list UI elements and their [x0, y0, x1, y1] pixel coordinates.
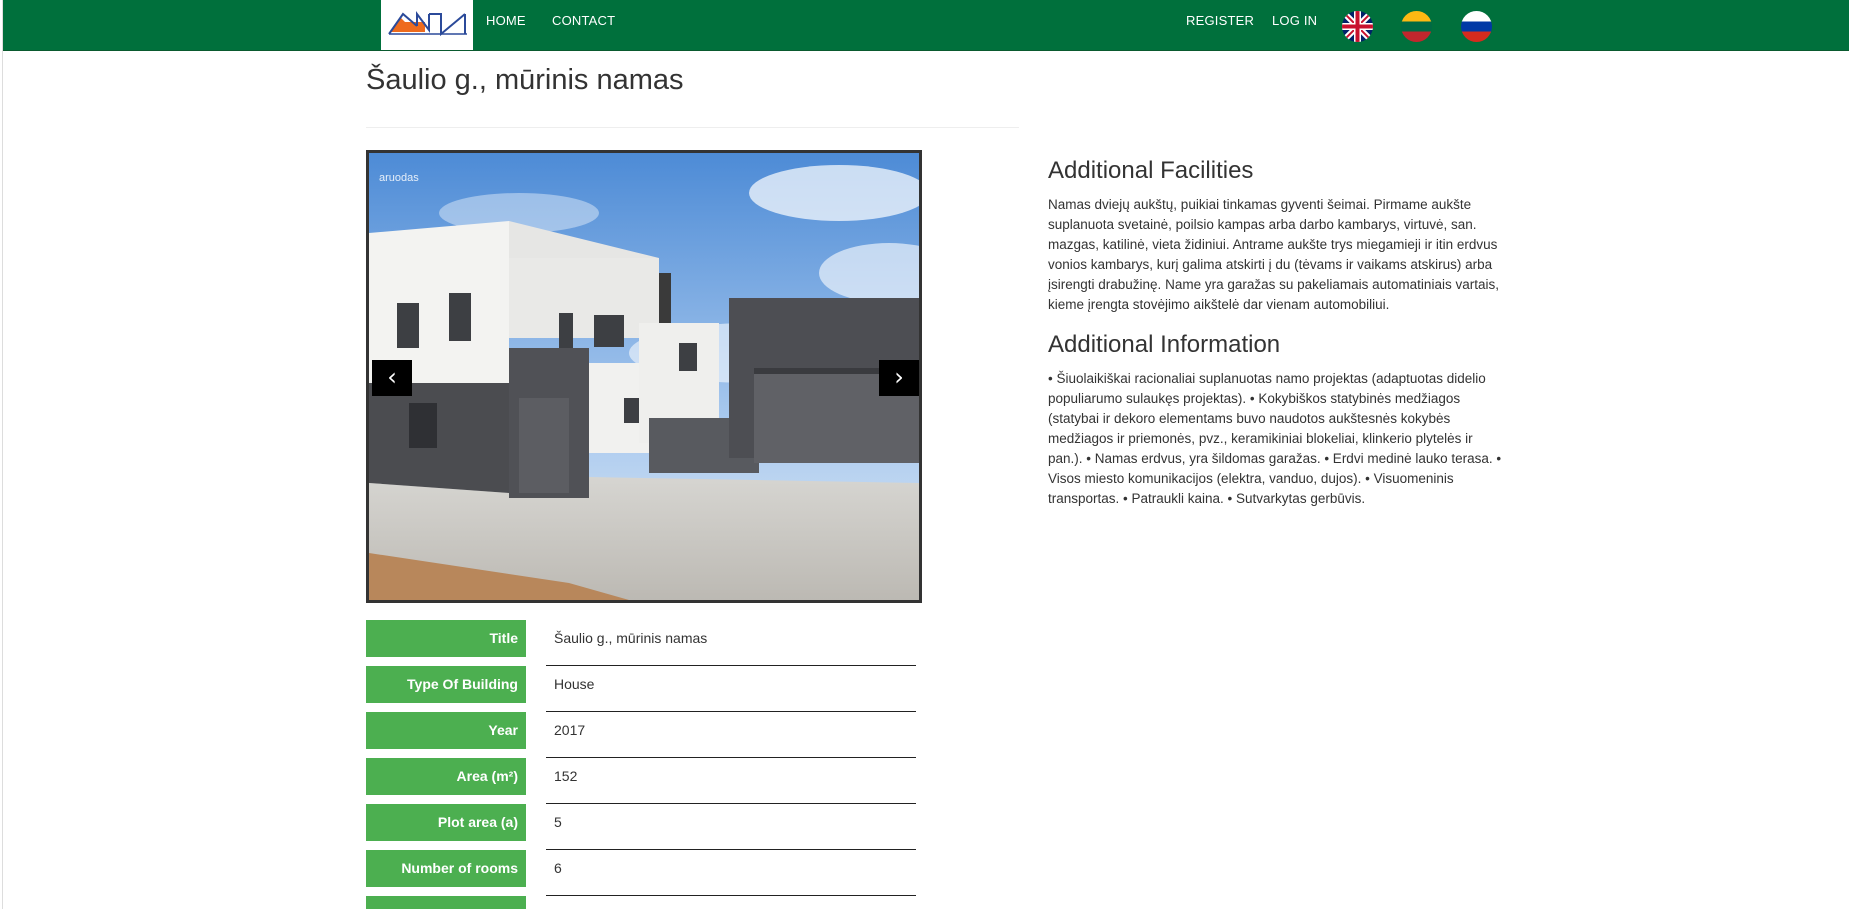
detail-value: House — [546, 666, 916, 712]
page-title: Šaulio g., mūrinis namas — [366, 64, 684, 96]
title-divider — [366, 127, 1019, 128]
nav-home-link[interactable]: HOME — [486, 13, 526, 28]
detail-value: 6 — [546, 850, 916, 896]
lithuania-flag-icon[interactable] — [1401, 11, 1432, 42]
detail-row-partial — [366, 896, 916, 909]
detail-value: 5 — [546, 804, 916, 850]
information-text: • Šiuolaikiškai racionaliai suplanuotas … — [1048, 371, 1502, 506]
detail-label: Number of rooms — [366, 850, 526, 887]
detail-label: Type Of Building — [366, 666, 526, 703]
photo-watermark: aruodas — [379, 172, 419, 184]
facilities-text: Namas dviejų aukštų, puikiai tinkamas gy… — [1048, 197, 1499, 312]
photo-carousel: aruodas ‹ › — [366, 150, 922, 603]
detail-row-area: Area (m²) 152 — [366, 758, 916, 804]
nav-contact-link[interactable]: CONTACT — [552, 13, 615, 28]
nav-register-link[interactable]: REGISTER — [1186, 13, 1254, 28]
uk-flag-icon[interactable] — [1342, 11, 1373, 42]
property-photo: aruodas — [369, 153, 919, 600]
detail-label — [366, 896, 526, 909]
russia-flag-icon[interactable] — [1461, 11, 1492, 42]
detail-value: 2017 — [546, 712, 916, 758]
site-logo[interactable] — [381, 0, 473, 50]
carousel-prev-button[interactable]: ‹ — [372, 360, 412, 396]
detail-label: Area (m²) — [366, 758, 526, 795]
information-heading: Additional Information — [1048, 331, 1281, 358]
property-details-table: Title Šaulio g., mūrinis namas Type Of B… — [366, 620, 916, 909]
facilities-heading: Additional Facilities — [1048, 157, 1254, 184]
logo-graphic — [388, 11, 467, 37]
detail-row-year: Year 2017 — [366, 712, 916, 758]
detail-value: 152 — [546, 758, 916, 804]
detail-value: Šaulio g., mūrinis namas — [546, 620, 916, 666]
detail-label: Year — [366, 712, 526, 749]
top-navbar: HOME CONTACT REGISTER LOG IN — [3, 0, 1849, 51]
description-column: Additional Facilities Namas dviejų aukšt… — [1048, 157, 1508, 525]
page-left-border — [2, 0, 3, 909]
detail-label: Title — [366, 620, 526, 657]
detail-label: Plot area (a) — [366, 804, 526, 841]
nav-login-link[interactable]: LOG IN — [1272, 13, 1317, 28]
detail-row-rooms: Number of rooms 6 — [366, 850, 916, 896]
detail-row-building-type: Type Of Building House — [366, 666, 916, 712]
carousel-next-button[interactable]: › — [879, 360, 919, 396]
detail-row-title: Title Šaulio g., mūrinis namas — [366, 620, 916, 666]
detail-row-plot-area: Plot area (a) 5 — [366, 804, 916, 850]
